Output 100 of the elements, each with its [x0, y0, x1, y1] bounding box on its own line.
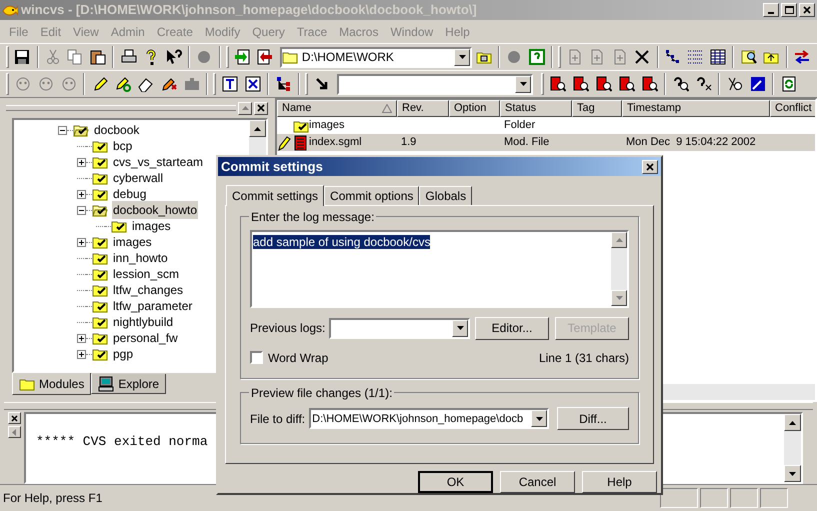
refresh-icon[interactable] [780, 76, 796, 92]
scrollbar[interactable] [611, 232, 627, 306]
column-header[interactable]: Name [277, 100, 397, 117]
file-name: images [309, 118, 344, 134]
column-header[interactable]: Option [449, 100, 500, 117]
log-message-field[interactable]: add sample of using docbook/cvs [250, 230, 629, 308]
table-row[interactable]: images Folder [277, 117, 815, 134]
close-icon [10, 414, 18, 422]
expand-icon[interactable] [77, 350, 86, 358]
location-combobox[interactable]: D:\HOME\WORK [280, 46, 472, 68]
dialog-button[interactable]: Help [582, 471, 657, 493]
column-header[interactable]: Tag [572, 100, 622, 117]
context-help-icon[interactable] [166, 49, 182, 65]
expand-icon[interactable] [77, 334, 86, 342]
tree-item[interactable]: debug [112, 185, 148, 203]
tree-item[interactable]: cyberwall [112, 169, 164, 187]
swap-arrows-icon[interactable] [794, 49, 810, 65]
pencil-icon[interactable] [160, 76, 176, 92]
cross-box-icon[interactable] [244, 76, 260, 92]
previous-logs-combobox[interactable] [329, 318, 470, 339]
dialog-button[interactable]: OK [418, 471, 493, 493]
pencil-icon[interactable] [114, 76, 130, 92]
face-icon[interactable] [14, 76, 30, 92]
expand-icon[interactable] [77, 158, 86, 166]
export-icon[interactable] [256, 49, 273, 65]
cut-icon[interactable] [44, 49, 61, 65]
scrollbar[interactable] [784, 414, 801, 482]
circle-icon[interactable] [506, 49, 522, 65]
close-button[interactable] [254, 102, 268, 114]
paste-icon[interactable] [90, 49, 106, 65]
collapse-icon[interactable] [58, 126, 67, 134]
minimize-button[interactable] [763, 3, 779, 17]
add-document-icon[interactable] [589, 49, 606, 65]
collapse-button[interactable] [8, 426, 20, 438]
close-icon[interactable] [634, 49, 650, 65]
document-search-icon[interactable] [550, 76, 566, 92]
printer-icon[interactable] [120, 49, 137, 65]
arrow-icon[interactable] [314, 76, 330, 92]
tree-item[interactable]: images [131, 217, 172, 235]
close-button[interactable] [8, 412, 20, 424]
face-icon[interactable] [60, 76, 76, 92]
document-search-icon[interactable] [618, 76, 634, 92]
tab[interactable]: Commit options [324, 186, 420, 205]
text-icon[interactable] [222, 76, 238, 92]
status-pane [700, 488, 728, 508]
expand-icon[interactable] [77, 238, 86, 246]
query-search-icon[interactable] [672, 76, 688, 92]
branch-icon[interactable] [276, 76, 292, 92]
collapse-icon[interactable] [77, 206, 86, 214]
maximize-button[interactable] [781, 3, 797, 17]
circle-icon[interactable] [196, 49, 212, 65]
close-button[interactable] [799, 3, 815, 17]
tree-item[interactable]: bcp [112, 137, 134, 155]
tab[interactable]: Explore [91, 374, 166, 394]
column-header[interactable]: Status [500, 100, 572, 117]
dialog-button[interactable]: Cancel [500, 471, 575, 493]
diff-button[interactable]: Diff... [557, 407, 629, 430]
editor-button[interactable]: Editor... [475, 316, 549, 340]
column-header[interactable]: Timestamp [622, 100, 770, 117]
tree-item[interactable]: images [112, 233, 153, 251]
tree-item[interactable]: docbook [93, 121, 140, 139]
checkbox[interactable] [250, 351, 263, 364]
column-header[interactable]: Rev. [397, 100, 449, 117]
tab[interactable]: Commit settings [226, 184, 324, 206]
tree-item[interactable]: docbook_howto [112, 201, 198, 219]
scroll-up-button[interactable] [238, 102, 252, 114]
face-icon[interactable] [38, 76, 54, 92]
folder-search-icon[interactable] [740, 49, 757, 65]
dropdown-arrow-icon [458, 55, 466, 59]
tree-item[interactable]: pgp [112, 345, 134, 363]
list-view-icon[interactable] [687, 49, 704, 65]
tab[interactable]: Globals [419, 186, 472, 205]
copy-icon[interactable] [67, 49, 84, 65]
tree-item[interactable]: inn_howto [112, 249, 169, 267]
file-to-diff-combobox[interactable]: D:\HOME\WORK\johnson_homepage\docb [309, 408, 549, 430]
document-search-icon[interactable] [642, 76, 658, 92]
close-button[interactable] [642, 160, 658, 174]
tree-item[interactable]: nightlybuild [112, 313, 174, 331]
query-clear-icon[interactable] [696, 76, 712, 92]
document-search-icon[interactable] [596, 76, 612, 92]
import-icon[interactable] [234, 49, 250, 65]
pencil-icon[interactable] [92, 76, 108, 92]
add-document-icon[interactable] [612, 49, 628, 65]
eraser-icon[interactable] [138, 76, 154, 92]
arrow-down-icon [616, 296, 622, 300]
tree-view-icon[interactable] [664, 49, 681, 65]
tree-item[interactable]: cvs_vs_starteam [112, 153, 204, 171]
tab[interactable]: Modules [12, 373, 92, 395]
add-document-icon[interactable] [566, 49, 583, 65]
document-search-icon[interactable] [572, 76, 588, 92]
tree-item[interactable]: ltfw_parameter [112, 297, 194, 315]
tree-item[interactable]: personal_fw [112, 329, 179, 347]
grid-icon[interactable] [710, 49, 726, 65]
table-row[interactable]: index.sgml 1.9 Mod. File Mon Dec 9 15:04:22 2002 [277, 134, 815, 151]
tree-item[interactable]: lession_scm [112, 265, 180, 283]
filter-combobox[interactable] [337, 74, 533, 94]
column-header[interactable]: Conflict [770, 100, 815, 117]
expand-icon[interactable] [77, 190, 86, 198]
save-icon[interactable] [14, 49, 30, 65]
tree-item[interactable]: ltfw_changes [112, 281, 184, 299]
